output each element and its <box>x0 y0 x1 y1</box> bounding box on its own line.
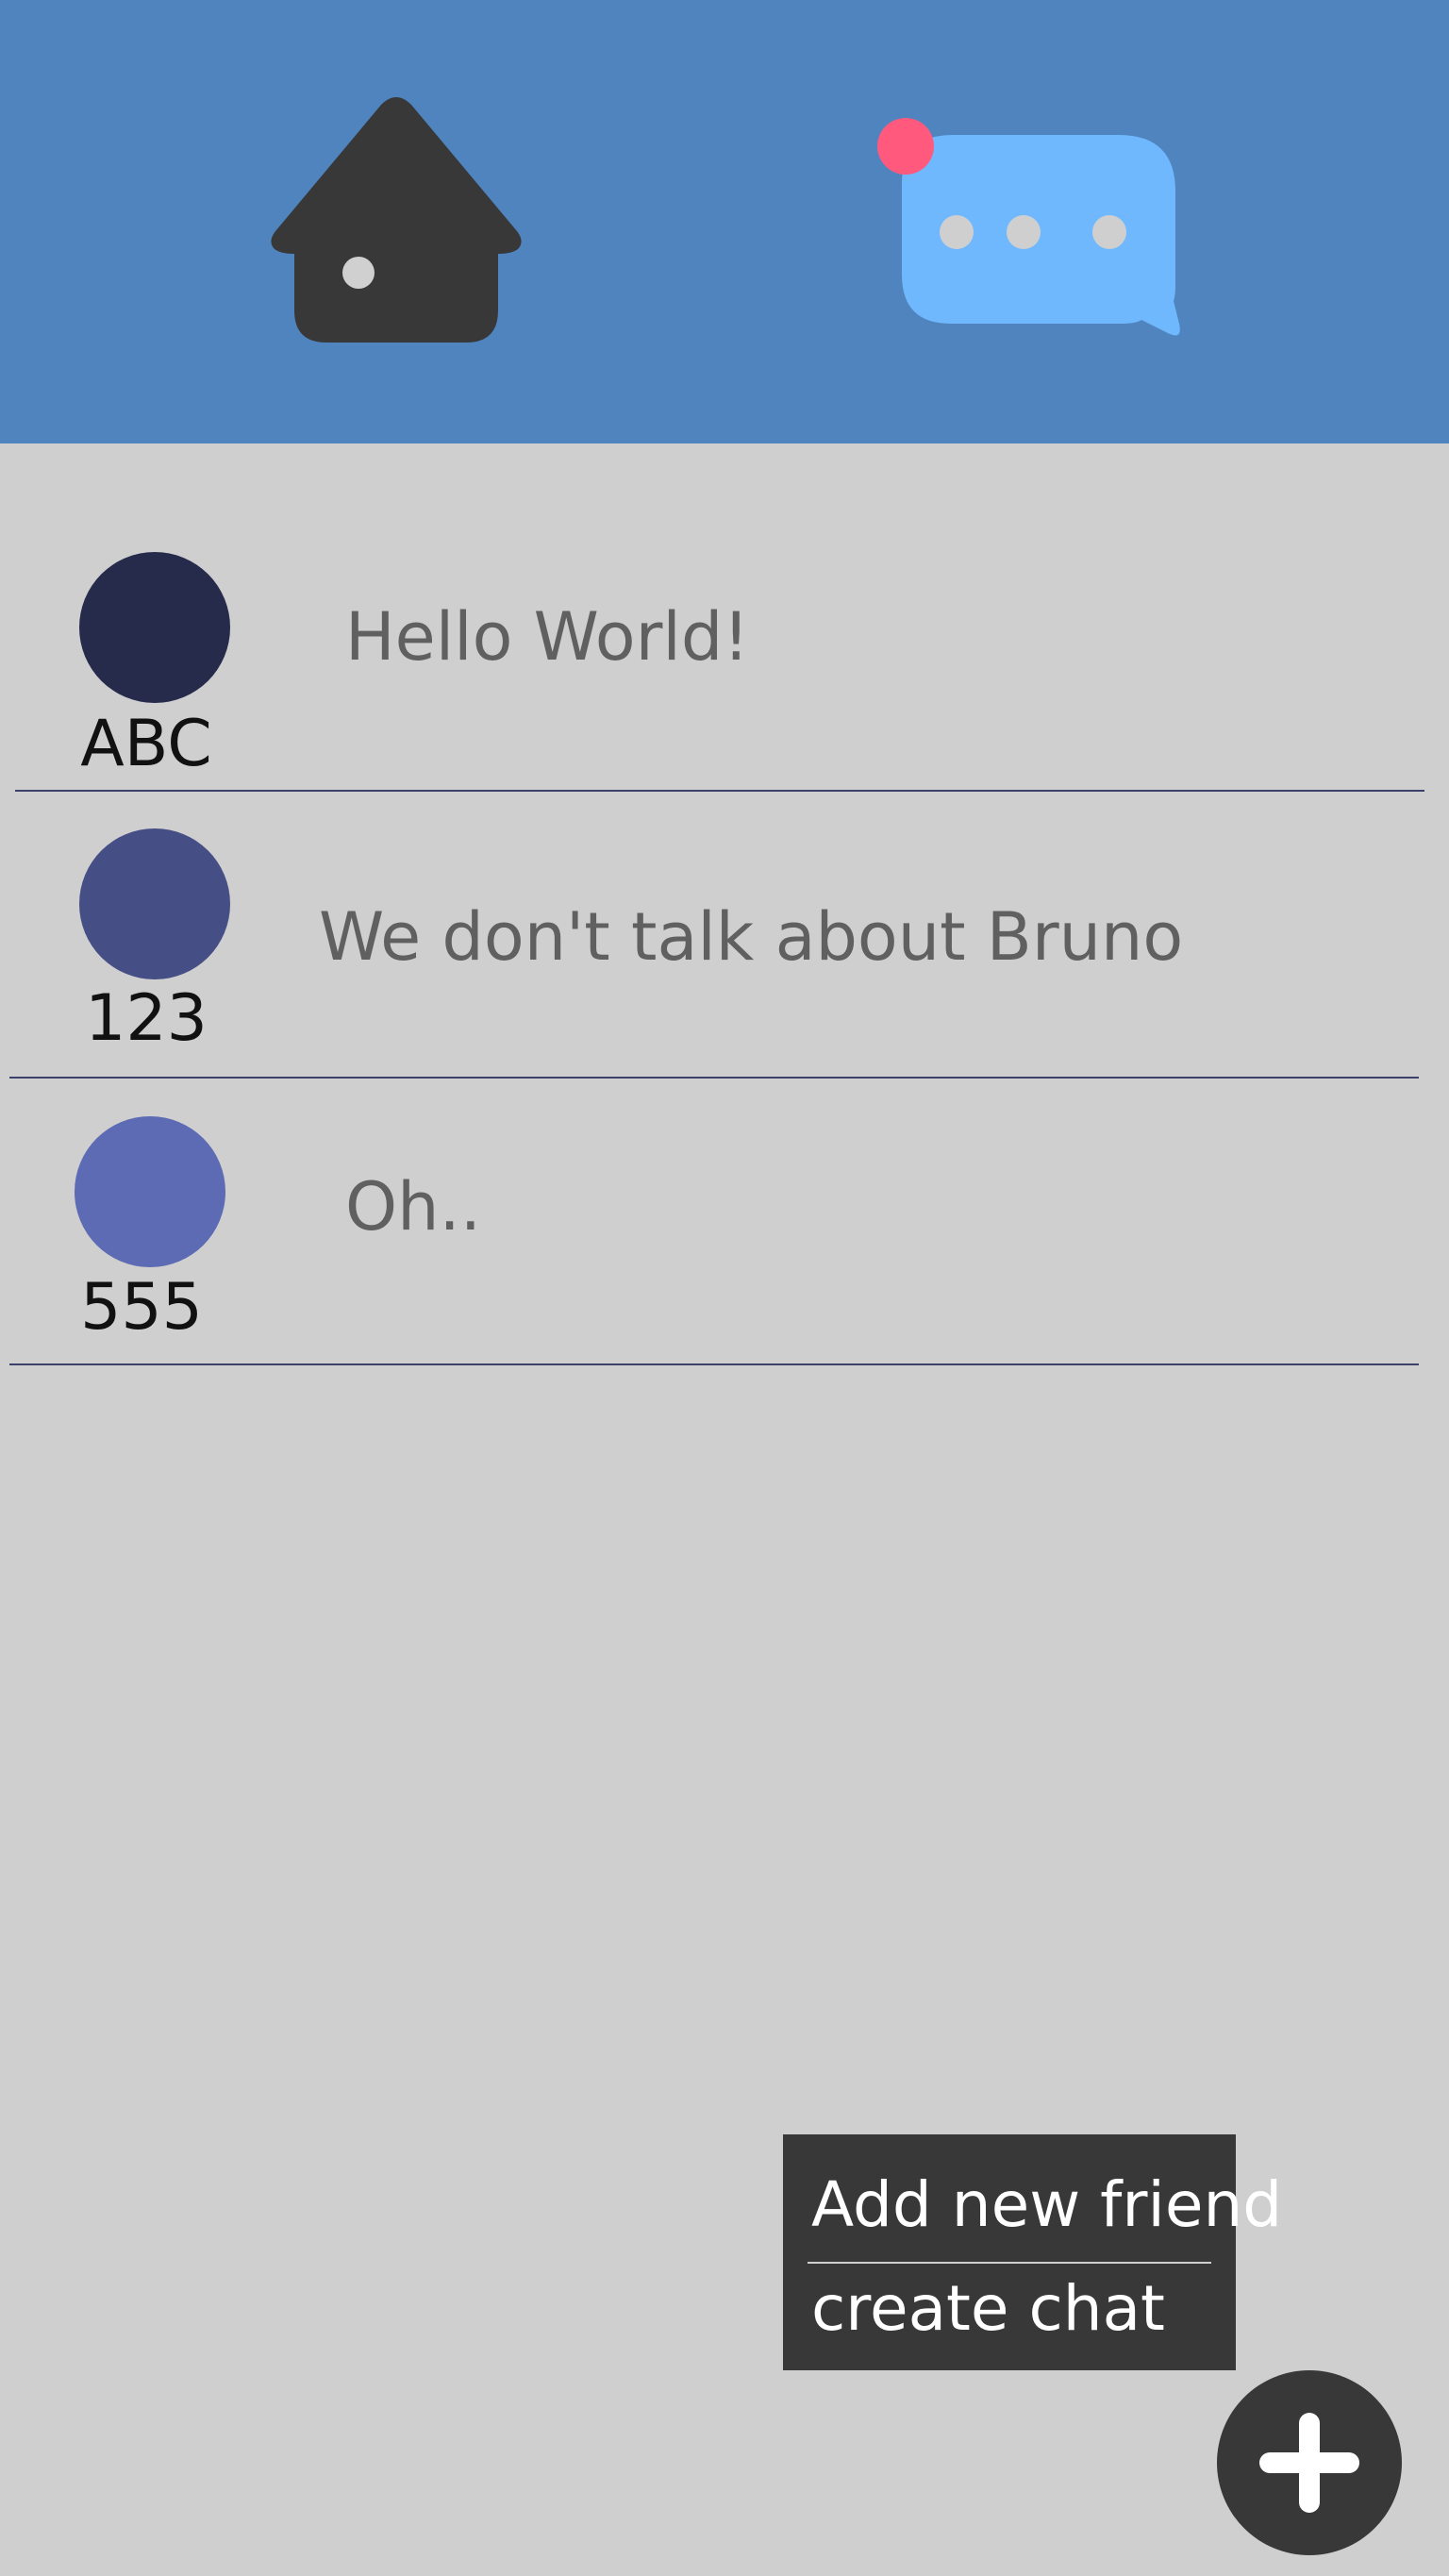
row-divider <box>15 790 1424 792</box>
row-divider <box>9 1077 1419 1079</box>
message-preview: Oh.. <box>345 1168 481 1246</box>
chat-row[interactable]: 555 Oh.. <box>0 1079 1449 1363</box>
create-chat-menu-item[interactable]: create chat <box>811 2278 1165 2340</box>
top-navigation-bar <box>0 0 1449 443</box>
message-preview: Hello World! <box>345 598 750 676</box>
add-menu: Add new friend create chat <box>783 2134 1282 2370</box>
avatar <box>79 552 230 703</box>
chat-row[interactable]: 123 We don't talk about Bruno <box>0 793 1449 1076</box>
avatar <box>79 828 230 979</box>
menu-divider <box>808 2262 1211 2264</box>
contact-name: 123 <box>85 981 208 1056</box>
chats-button[interactable] <box>868 109 1189 354</box>
chat-bubble-icon <box>877 118 1180 336</box>
add-new-friend-menu-item[interactable]: Add new friend <box>811 2174 1282 2236</box>
avatar <box>75 1116 225 1267</box>
home-icon <box>271 97 522 343</box>
notification-dot <box>877 118 934 175</box>
contact-name: 555 <box>80 1270 203 1345</box>
chat-row[interactable]: ABC Hello World! <box>0 443 1449 791</box>
contact-name: ABC <box>80 707 212 781</box>
add-button[interactable] <box>1217 2370 1402 2555</box>
message-preview: We don't talk about Bruno <box>319 898 1184 976</box>
row-divider <box>9 1363 1419 1365</box>
home-button[interactable] <box>264 90 528 354</box>
